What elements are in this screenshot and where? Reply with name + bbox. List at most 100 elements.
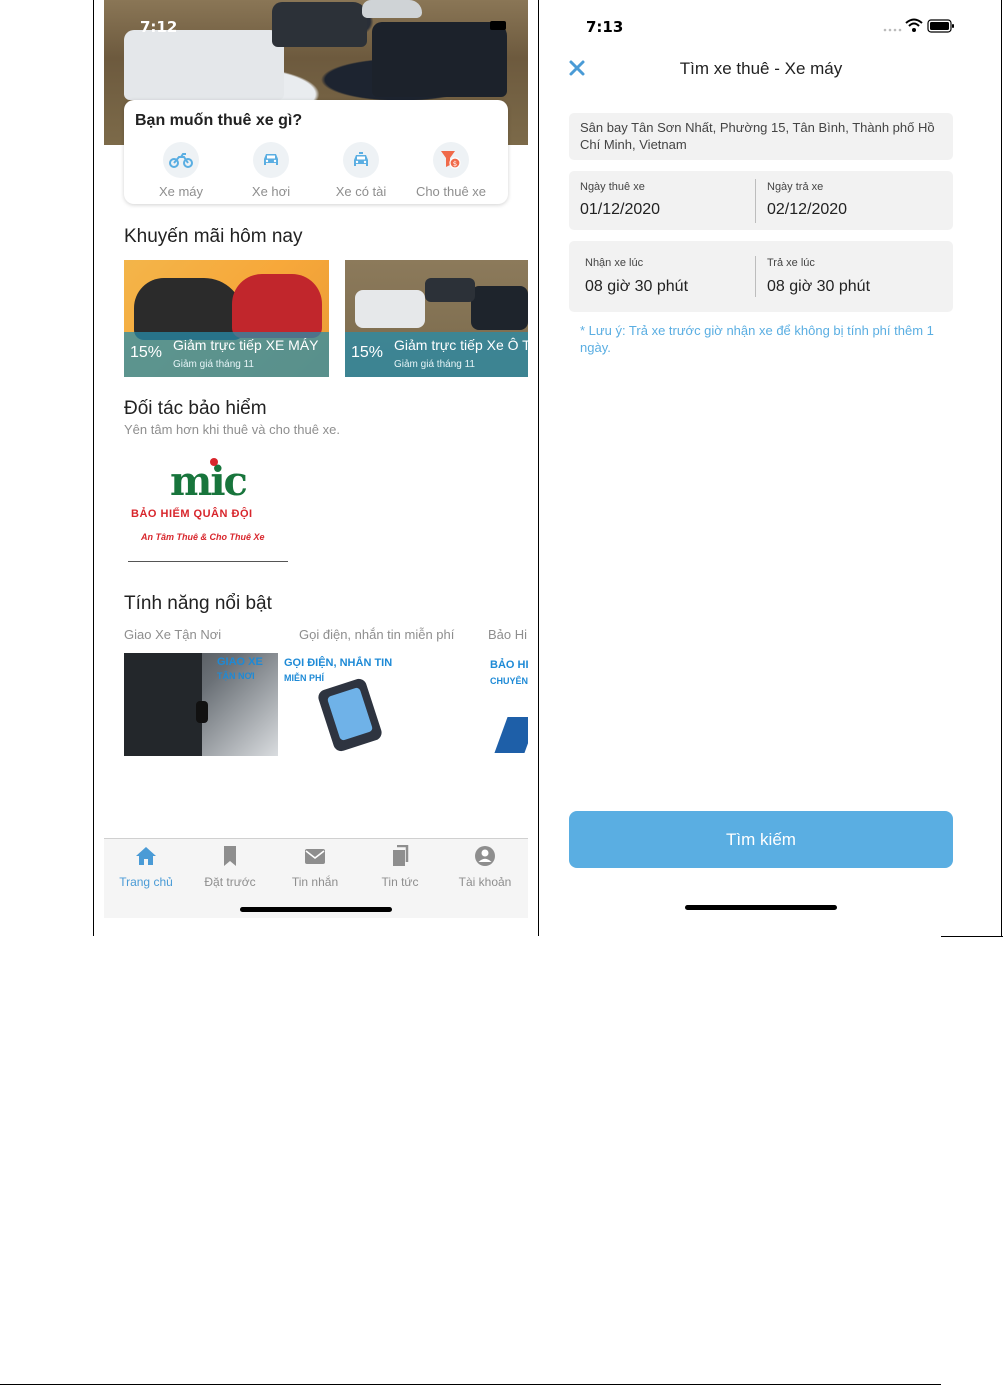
car-dark-image xyxy=(425,278,475,302)
motorbike-red-image xyxy=(232,274,322,338)
rent-card-title: Bạn muốn thuê xe gì? xyxy=(135,112,303,129)
feature-label: Giao Xe Tận Nơi xyxy=(124,627,222,642)
return-date-value: 02/12/2020 xyxy=(767,201,848,218)
car-dark-image xyxy=(272,2,367,47)
vehicle-label: Xe hơi xyxy=(251,184,291,199)
mic-insurance-logo[interactable]: mic BẢO HIỂM QUÂN ĐỘI An Tâm Thuê & Cho … xyxy=(128,456,288,562)
rent-out-filter-icon: $ xyxy=(441,151,461,169)
signal-icon xyxy=(883,28,902,32)
address-field[interactable]: Sân bay Tân Sơn Nhất, Phường 15, Tân Bìn… xyxy=(569,113,953,160)
time-range-field: Nhận xe lúc 08 giờ 30 phút Trả xe lúc 08… xyxy=(569,241,953,312)
promo-section-title: Khuyến mãi hôm nay xyxy=(124,226,303,247)
search-button[interactable]: Tìm kiếm xyxy=(569,811,953,868)
bookmark-icon xyxy=(224,846,236,866)
tab-label: Tin tức xyxy=(381,875,419,889)
bottom-tab-bar: Trang chủ Đặt trước Tin nhắn Tin tức Tài… xyxy=(104,838,528,918)
tab-home[interactable]: Trang chủ xyxy=(104,845,188,889)
person-suit-image xyxy=(124,653,202,756)
car-white-image xyxy=(355,290,425,328)
feature-card-free-call[interactable]: GỌI ĐIỆN, NHẮN TIN MIỄN PHÍ xyxy=(279,653,459,756)
vehicle-option-motorbike[interactable]: Xe máy xyxy=(136,142,226,199)
promo-title: Giảm trực tiếp XE MÁY xyxy=(173,337,319,353)
feature-card-delivery[interactable]: GIAO XE TẬN NƠI xyxy=(124,653,278,756)
search-rental-screen: 7:13 Tìm xe thuê - Xe máy Sân bay Tân Sơ… xyxy=(539,0,963,935)
feature-label: Bảo Hi xyxy=(488,627,528,642)
frame-left-line xyxy=(93,0,94,936)
feature-image-line1: BẢO HI xyxy=(490,659,528,671)
promo-percent: 15% xyxy=(351,344,384,361)
motorbike-icon xyxy=(169,153,193,168)
feature-label: Gọi điện, nhắn tin miễn phí xyxy=(299,627,455,642)
battery-icon xyxy=(490,21,506,30)
date-range-field: Ngày thuê xe 01/12/2020 Ngày trả xe 02/1… xyxy=(569,171,953,230)
vehicle-label: Xe máy xyxy=(158,184,204,199)
insurance-banner-image xyxy=(494,717,528,753)
return-date-label: Ngày trả xe xyxy=(767,181,824,193)
motorbike-image xyxy=(134,278,244,340)
pickup-time-value: 08 giờ 30 phút xyxy=(585,278,689,295)
tab-label: Tin nhắn xyxy=(291,875,339,889)
car-grey-image xyxy=(362,0,422,18)
promo-percent: 15% xyxy=(130,344,163,361)
user-circle-icon xyxy=(475,846,495,866)
documents-icon xyxy=(393,844,409,866)
vehicle-option-car[interactable]: Xe hơi xyxy=(226,142,316,199)
tab-account[interactable]: Tài khoản xyxy=(443,845,527,889)
rent-date-value: 01/12/2020 xyxy=(580,201,661,218)
vehicle-label: Xe có tài xyxy=(335,184,387,199)
feature-image-line2: MIỄN PHÍ xyxy=(284,673,325,683)
feature-image-line1: GIAO XE xyxy=(217,656,263,668)
feature-image-line1: GỌI ĐIỆN, NHẮN TIN xyxy=(284,657,393,669)
insurance-subtitle: Yên tâm hơn khi thuê và cho thuê xe. xyxy=(124,422,340,437)
tab-news[interactable]: Tin tức xyxy=(358,844,442,889)
rent-date-label: Ngày thuê xe xyxy=(580,181,645,193)
return-date-field[interactable]: Ngày trả xe 02/12/2020 xyxy=(756,171,953,230)
return-note: * Lưu ý: Trả xe trước giờ nhận xe để khô… xyxy=(580,323,934,355)
pickup-time-field[interactable]: Nhận xe lúc 08 giờ 30 phút xyxy=(569,241,755,312)
car-black-image xyxy=(372,22,507,97)
home-screen: 7:12 Bạn muốn thuê xe gì? Xe máy Xe hơi … xyxy=(104,0,528,918)
car-icon xyxy=(264,154,278,165)
mic-logo-name: BẢO HIỂM QUÂN ĐỘI xyxy=(131,508,253,520)
car-white-image xyxy=(124,30,284,100)
status-time: 7:12 xyxy=(140,18,178,36)
tab-booking[interactable]: Đặt trước xyxy=(188,845,272,889)
feature-image-line2: TẬN NƠI xyxy=(217,671,255,681)
vehicle-label: Cho thuê xe xyxy=(415,184,487,199)
home-indicator[interactable] xyxy=(685,905,837,910)
car-black-image xyxy=(471,286,528,330)
tab-label: Tài khoản xyxy=(458,875,512,889)
vehicle-option-rent-out[interactable]: $ Cho thuê xe xyxy=(406,142,496,199)
frame-right-line xyxy=(1001,0,1002,936)
insurance-section-title: Đối tác bảo hiểm xyxy=(124,398,267,419)
rent-date-field[interactable]: Ngày thuê xe 01/12/2020 xyxy=(569,171,755,230)
vehicle-option-car-driver[interactable]: Xe có tài xyxy=(316,142,406,199)
wifi-icon xyxy=(905,18,923,32)
status-icons xyxy=(883,18,959,34)
promo-subtitle: Giảm giá tháng 11 xyxy=(173,359,254,370)
promo-card-car[interactable]: 15% Giảm trực tiếp Xe Ô T Giảm giá tháng… xyxy=(345,260,528,377)
home-indicator[interactable] xyxy=(240,907,392,912)
return-time-label: Trả xe lúc xyxy=(767,257,815,269)
promo-title: Giảm trực tiếp Xe Ô T xyxy=(394,337,528,353)
return-time-value: 08 giờ 30 phút xyxy=(767,278,871,295)
car-driver-icon xyxy=(354,152,368,166)
battery-icon xyxy=(927,19,954,33)
tab-label: Trang chủ xyxy=(119,875,173,889)
page-title: Tìm xe thuê - Xe máy xyxy=(679,59,843,78)
feature-image-line2: CHUYÊN xyxy=(490,676,528,686)
tab-messages[interactable]: Tin nhắn xyxy=(273,845,357,889)
mic-logo-dot xyxy=(210,458,218,466)
pickup-time-label: Nhận xe lúc xyxy=(585,257,644,269)
envelope-icon xyxy=(305,849,325,864)
promo-card-motorbike[interactable]: 15% Giảm trực tiếp XE MÁY Giảm giá tháng… xyxy=(124,260,329,377)
return-time-field[interactable]: Trả xe lúc 08 giờ 30 phút xyxy=(756,241,953,312)
svg-text:$: $ xyxy=(453,160,457,168)
rent-type-card: Bạn muốn thuê xe gì? Xe máy Xe hơi Xe có… xyxy=(124,100,508,204)
car-key-icon xyxy=(196,701,208,723)
status-time: 7:13 xyxy=(586,18,624,36)
frame-right-tick xyxy=(941,936,1003,937)
promo-subtitle: Giảm giá tháng 11 xyxy=(394,359,475,370)
feature-card-insurance[interactable]: BẢO HI CHUYÊN xyxy=(487,653,528,756)
mic-logo-mark: mic xyxy=(170,458,248,505)
